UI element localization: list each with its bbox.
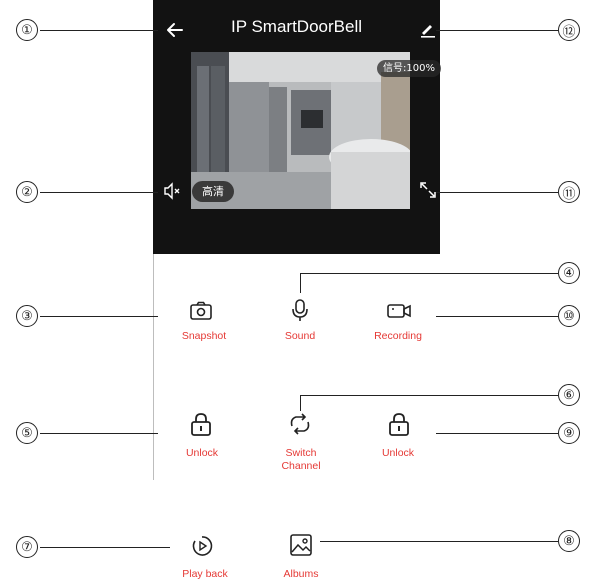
callout-line-4-v bbox=[300, 273, 301, 293]
playback-icon[interactable] bbox=[189, 533, 215, 559]
callout-line-9 bbox=[436, 433, 558, 434]
callout-4: ④ bbox=[558, 262, 580, 284]
callout-line-2 bbox=[40, 192, 158, 193]
video-record-icon[interactable] bbox=[386, 298, 412, 324]
lock-icon-right[interactable] bbox=[386, 411, 412, 437]
panel-divider bbox=[153, 254, 154, 480]
snapshot-button-label[interactable]: Snapshot bbox=[159, 330, 249, 343]
lock-icon-left[interactable] bbox=[188, 411, 214, 437]
callout-1: ① bbox=[16, 19, 38, 41]
mute-speaker-icon[interactable] bbox=[163, 182, 183, 200]
callout-line-6-v bbox=[300, 395, 301, 411]
unlock-left-button-label[interactable]: Unlock bbox=[157, 447, 247, 460]
callout-line-12 bbox=[436, 30, 558, 31]
callout-line-3 bbox=[40, 316, 158, 317]
callout-line-6-h bbox=[300, 395, 558, 396]
fullscreen-icon[interactable] bbox=[419, 181, 437, 199]
callout-line-11 bbox=[436, 192, 558, 193]
callout-9: ⑨ bbox=[558, 422, 580, 444]
microphone-icon[interactable] bbox=[287, 297, 313, 323]
callout-line-4-h bbox=[300, 273, 558, 274]
callout-6: ⑥ bbox=[558, 384, 580, 406]
recording-button-label[interactable]: Recording bbox=[353, 330, 443, 343]
callout-10: ⑩ bbox=[558, 305, 580, 327]
sound-button-label[interactable]: Sound bbox=[255, 330, 345, 343]
callout-8: ⑧ bbox=[558, 530, 580, 552]
switch-channel-icon[interactable] bbox=[287, 411, 313, 437]
edit-pencil-icon[interactable] bbox=[418, 19, 438, 39]
callout-line-5 bbox=[40, 433, 158, 434]
camera-icon[interactable] bbox=[188, 298, 214, 324]
callout-line-10 bbox=[436, 316, 558, 317]
callout-line-7 bbox=[40, 547, 170, 548]
signal-strength-badge: 信号:100% bbox=[377, 60, 441, 77]
page-title: IP SmartDoorBell bbox=[230, 17, 362, 36]
callout-5: ⑤ bbox=[16, 422, 38, 444]
albums-button-label[interactable]: Albums bbox=[256, 568, 346, 580]
callout-11: ⑪ bbox=[558, 181, 580, 203]
unlock-right-button-label[interactable]: Unlock bbox=[353, 447, 443, 460]
callout-12: ⑫ bbox=[558, 19, 580, 41]
play-back-button-label[interactable]: Play back bbox=[160, 568, 250, 580]
video-quality-toggle[interactable]: 高清 bbox=[192, 181, 234, 202]
callout-2: ② bbox=[16, 181, 38, 203]
callout-7: ⑦ bbox=[16, 536, 38, 558]
albums-icon[interactable] bbox=[288, 532, 314, 558]
callout-line-1 bbox=[40, 30, 158, 31]
switch-channel-button-label[interactable]: Switch Channel bbox=[256, 447, 346, 473]
callout-line-8 bbox=[320, 541, 558, 542]
callout-3: ③ bbox=[16, 305, 38, 327]
